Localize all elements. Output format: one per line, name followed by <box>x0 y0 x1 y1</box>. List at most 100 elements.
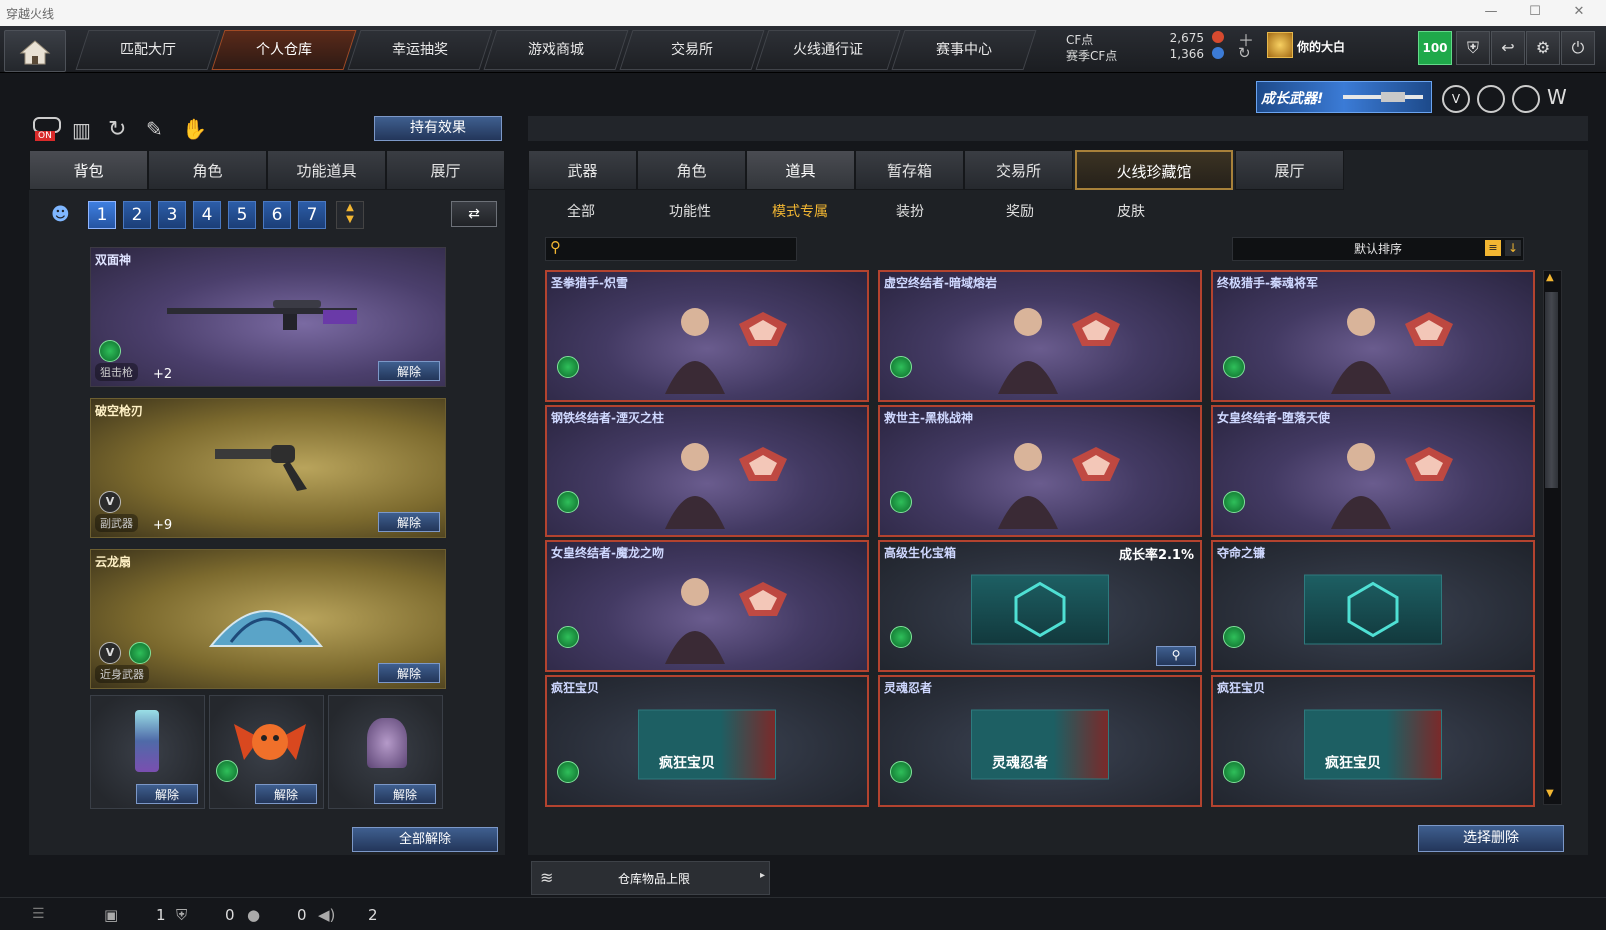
nav-tab-match-hall[interactable]: 匹配大厅 <box>75 30 221 70</box>
season-cf-label: 赛季CF点 <box>1066 49 1118 63</box>
wrench-icon[interactable]: ✎ <box>146 117 163 141</box>
close-icon[interactable]: ✕ <box>1564 4 1594 19</box>
item-artwork: 疯狂宝贝 <box>1304 709 1442 780</box>
list-icon[interactable]: ≡ <box>1485 240 1501 256</box>
nav-tab-lottery[interactable]: 幸运抽奖 <box>347 30 493 70</box>
page-2-button[interactable]: 2 <box>123 201 151 229</box>
page-6-button[interactable]: 6 <box>263 201 291 229</box>
sort-arrow-icon[interactable]: ↓ <box>1505 240 1521 256</box>
equipped-slot-melee[interactable]: 云龙扇 V 近身武器 解除 <box>90 549 446 689</box>
slot-remove-button[interactable]: 解除 <box>374 784 436 804</box>
character-icon[interactable]: ☻ <box>51 204 70 225</box>
toggle-on-icon[interactable]: ON <box>33 117 61 143</box>
page-arrows-icon[interactable]: ▲ ▼ <box>336 201 364 229</box>
right-tab-showroom[interactable]: 展厅 <box>1235 150 1344 190</box>
subtab-functional[interactable]: 功能性 <box>645 200 735 224</box>
select-delete-button[interactable]: 选择删除 <box>1418 825 1564 852</box>
slot-remove-button[interactable]: 解除 <box>255 784 317 804</box>
nav-tab-battle-pass[interactable]: 火线通行证 <box>755 30 901 70</box>
season-cf-value: 1,366 <box>1169 47 1204 61</box>
item-card[interactable]: 疯狂宝贝 疯狂宝贝 <box>1211 675 1535 807</box>
scroll-up-icon[interactable]: ▲ <box>1546 272 1554 283</box>
history-icon[interactable]: ↻ <box>108 117 126 142</box>
shield-icon[interactable]: ⛨ <box>1456 31 1490 65</box>
nav-tab-event-center[interactable]: 赛事中心 <box>891 30 1037 70</box>
nav-tab-exchange[interactable]: 交易所 <box>619 30 765 70</box>
gear-icon[interactable]: ⚙ <box>1526 31 1560 65</box>
inventory-icon[interactable]: ▣ <box>104 906 118 924</box>
right-tab-weapons[interactable]: 武器 <box>528 150 637 190</box>
left-tab-function-items[interactable]: 功能道具 <box>267 150 386 190</box>
menu-icon[interactable]: ☰ <box>32 906 45 922</box>
equipped-slot-secondary[interactable]: 破空枪刃 V 副武器 +9 解除 <box>90 398 446 538</box>
item-slot-3[interactable]: 解除 <box>328 695 443 809</box>
home-button[interactable] <box>4 30 66 72</box>
scrollbar-thumb[interactable] <box>1545 292 1558 488</box>
subtab-all[interactable]: 全部 <box>536 200 626 224</box>
left-tab-showroom[interactable]: 展厅 <box>386 150 505 190</box>
item-card[interactable]: 钢铁终结者-湮灭之柱 <box>545 405 869 537</box>
scroll-down-icon[interactable]: ▼ <box>1546 788 1554 799</box>
page-5-button[interactable]: 5 <box>228 201 256 229</box>
page-3-button[interactable]: 3 <box>158 201 186 229</box>
subtab-skin[interactable]: 皮肤 <box>1086 200 1176 224</box>
chat-icon[interactable]: ● <box>247 906 260 924</box>
nav-tab-shop[interactable]: 游戏商城 <box>483 30 629 70</box>
globe-icon[interactable] <box>1477 85 1505 113</box>
right-tab-collection[interactable]: 火线珍藏馆 <box>1075 150 1233 190</box>
slot-remove-button[interactable]: 解除 <box>136 784 198 804</box>
item-card[interactable]: 终极猎手-秦魂将军 <box>1211 270 1535 402</box>
item-card[interactable]: 女皇终结者-堕落天使 <box>1211 405 1535 537</box>
minimize-icon[interactable]: — <box>1476 4 1506 19</box>
page-7-button[interactable]: 7 <box>298 201 326 229</box>
left-tab-bag[interactable]: 背包 <box>29 150 148 190</box>
mode-badge-icon <box>129 642 151 664</box>
right-tab-storage[interactable]: 暂存箱 <box>855 150 964 190</box>
speaker-icon[interactable]: ◀) <box>318 906 335 924</box>
v-badge-icon[interactable]: V <box>1442 85 1470 113</box>
search-input[interactable] <box>572 239 792 259</box>
effect-button[interactable]: 持有效果 <box>374 116 502 141</box>
sort-dropdown[interactable]: 默认排序 ≡ ↓ <box>1232 237 1524 261</box>
podium-icon[interactable]: ▥ <box>72 118 91 142</box>
subtab-mode-exclusive[interactable]: 模式专属 <box>755 200 845 224</box>
item-card[interactable]: 女皇终结者-魔龙之吻 <box>545 540 869 672</box>
warehouse-limit-bar[interactable]: ≋ 仓库物品上限 ▸ <box>531 861 770 895</box>
left-tab-character[interactable]: 角色 <box>148 150 267 190</box>
slot-remove-button[interactable]: 解除 <box>378 512 440 532</box>
wings-icon[interactable]: W <box>1547 85 1567 109</box>
maximize-icon[interactable]: ☐ <box>1520 4 1550 19</box>
subtab-reward[interactable]: 奖励 <box>975 200 1065 224</box>
item-card[interactable]: 疯狂宝贝 疯狂宝贝 <box>545 675 869 807</box>
growth-weapon-banner[interactable]: 成长武器! <box>1256 81 1432 113</box>
page-1-button[interactable]: 1 <box>88 201 116 229</box>
item-card[interactable]: 夺命之镰 <box>1211 540 1535 672</box>
refresh-icon[interactable]: ↻ <box>1238 44 1251 62</box>
grenade-icon[interactable]: ✋ <box>182 117 207 141</box>
inspect-button[interactable]: ⚲ <box>1156 646 1196 666</box>
badge-icon[interactable] <box>1512 85 1540 113</box>
swap-character-button[interactable]: ⇄ <box>451 201 497 227</box>
nav-tab-warehouse[interactable]: 个人仓库 <box>211 30 357 70</box>
right-tab-exchange[interactable]: 交易所 <box>964 150 1073 190</box>
item-name: 女皇终结者-魔龙之吻 <box>551 546 664 560</box>
item-slot-1[interactable]: 解除 <box>90 695 205 809</box>
right-tab-items[interactable]: 道具 <box>746 150 855 190</box>
return-icon[interactable]: ↩ <box>1491 31 1525 65</box>
power-icon[interactable]: ⏻ <box>1561 31 1595 65</box>
right-tab-characters[interactable]: 角色 <box>637 150 746 190</box>
equipped-slot-primary[interactable]: 双面神 狙击枪 +2 解除 <box>90 247 446 387</box>
search-bar[interactable]: ⚲ <box>545 237 797 261</box>
page-4-button[interactable]: 4 <box>193 201 221 229</box>
shield-small-icon[interactable]: ⛨ <box>176 906 187 924</box>
item-card[interactable]: 灵魂忍者 灵魂忍者 <box>878 675 1202 807</box>
item-card[interactable]: 圣拳猎手-炽雪 <box>545 270 869 402</box>
slot-remove-button[interactable]: 解除 <box>378 663 440 683</box>
item-slot-2[interactable]: 解除 <box>209 695 324 809</box>
slot-remove-button[interactable]: 解除 <box>378 361 440 381</box>
item-card[interactable]: 救世主-黑桃战神 <box>878 405 1202 537</box>
remove-all-button[interactable]: 全部解除 <box>352 827 498 852</box>
item-card[interactable]: 高级生化宝箱 成长率2.1% ⚲ <box>878 540 1202 672</box>
item-card[interactable]: 虚空终结者-暗域熔岩 <box>878 270 1202 402</box>
subtab-costume[interactable]: 装扮 <box>865 200 955 224</box>
